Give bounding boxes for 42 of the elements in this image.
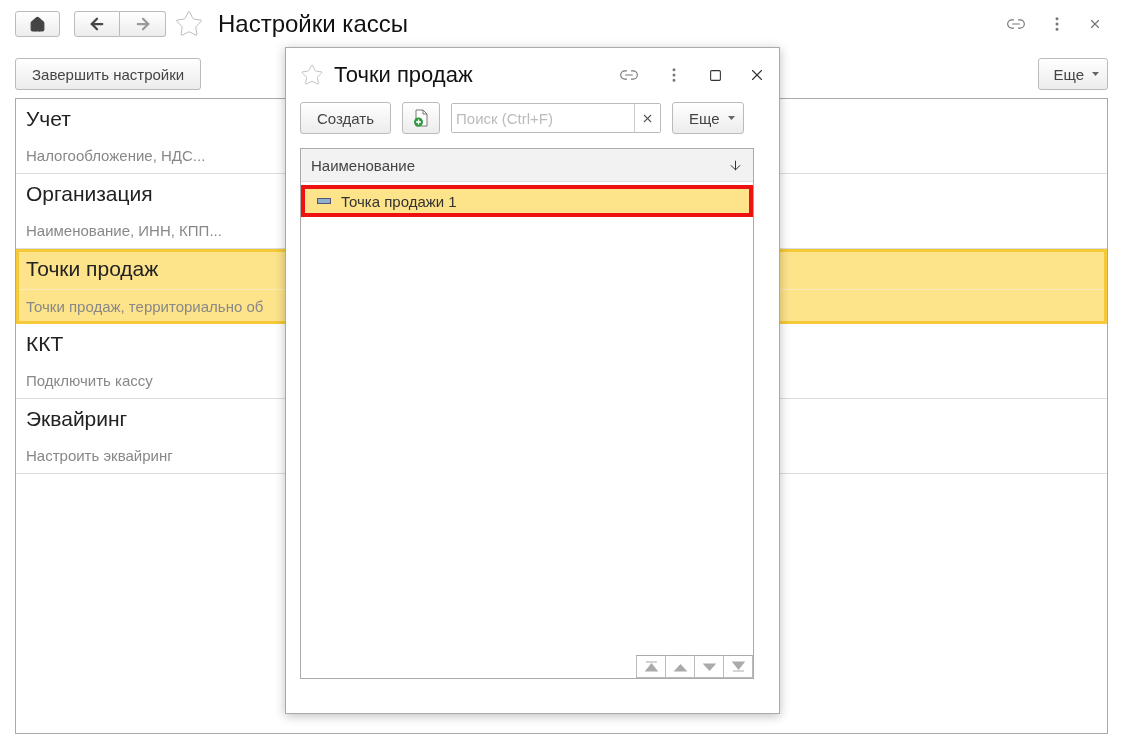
scroll-button[interactable] <box>636 655 666 678</box>
star-icon[interactable] <box>174 9 204 39</box>
home-icon <box>29 15 46 33</box>
column-header[interactable]: Наименование <box>301 149 753 182</box>
dialog-title: Точки продаж <box>334 62 473 88</box>
section-description: Подключить кассу <box>26 372 153 389</box>
more-button[interactable]: Еще <box>1038 58 1108 90</box>
section-description: Наименование, ИНН, КПП... <box>26 222 222 239</box>
sort-arrow-icon <box>728 157 743 173</box>
triangle-up-icon <box>643 661 659 672</box>
create-button[interactable]: Создать <box>300 102 391 134</box>
caret-icon <box>1092 72 1099 76</box>
row-text: Точка продажи 1 <box>341 192 457 210</box>
section-title[interactable]: Точки продаж <box>26 257 159 281</box>
add-document-button[interactable] <box>402 102 440 134</box>
triangle-down-icon <box>701 661 717 672</box>
section-title[interactable]: Эквайринг <box>26 407 128 431</box>
section-title[interactable]: Организация <box>26 182 153 206</box>
scroll-button[interactable] <box>665 655 695 678</box>
star-icon[interactable] <box>300 63 324 87</box>
item-icon <box>317 198 331 204</box>
section-description: Налогообложение, НДС... <box>26 147 206 164</box>
finish-settings-button[interactable]: Завершить настройки <box>15 58 202 90</box>
column-title: Наименование <box>311 156 415 174</box>
clear-icon[interactable] <box>634 104 660 132</box>
scroll-button[interactable] <box>723 655 753 678</box>
caret-icon <box>727 116 735 120</box>
section-description: Настроить эквайринг <box>26 447 173 464</box>
section-description: Точки продаж, территориально об <box>26 298 264 315</box>
document-add-icon <box>413 109 429 127</box>
triangle-down-icon <box>730 661 746 672</box>
home-button[interactable] <box>15 11 60 37</box>
more-button[interactable]: Еще <box>672 102 744 134</box>
scroll-button[interactable] <box>694 655 724 678</box>
window-title: Настройки кассы <box>218 10 408 38</box>
maximize-icon[interactable] <box>709 68 722 82</box>
search-field[interactable]: Поиск (Ctrl+F) <box>451 103 661 133</box>
section-title[interactable]: Учет <box>26 107 71 131</box>
table-row[interactable]: Точка продажи 1 <box>301 185 753 217</box>
triangle-up-icon <box>672 661 688 672</box>
section-title[interactable]: ККТ <box>26 332 64 356</box>
back-button[interactable] <box>74 11 120 37</box>
